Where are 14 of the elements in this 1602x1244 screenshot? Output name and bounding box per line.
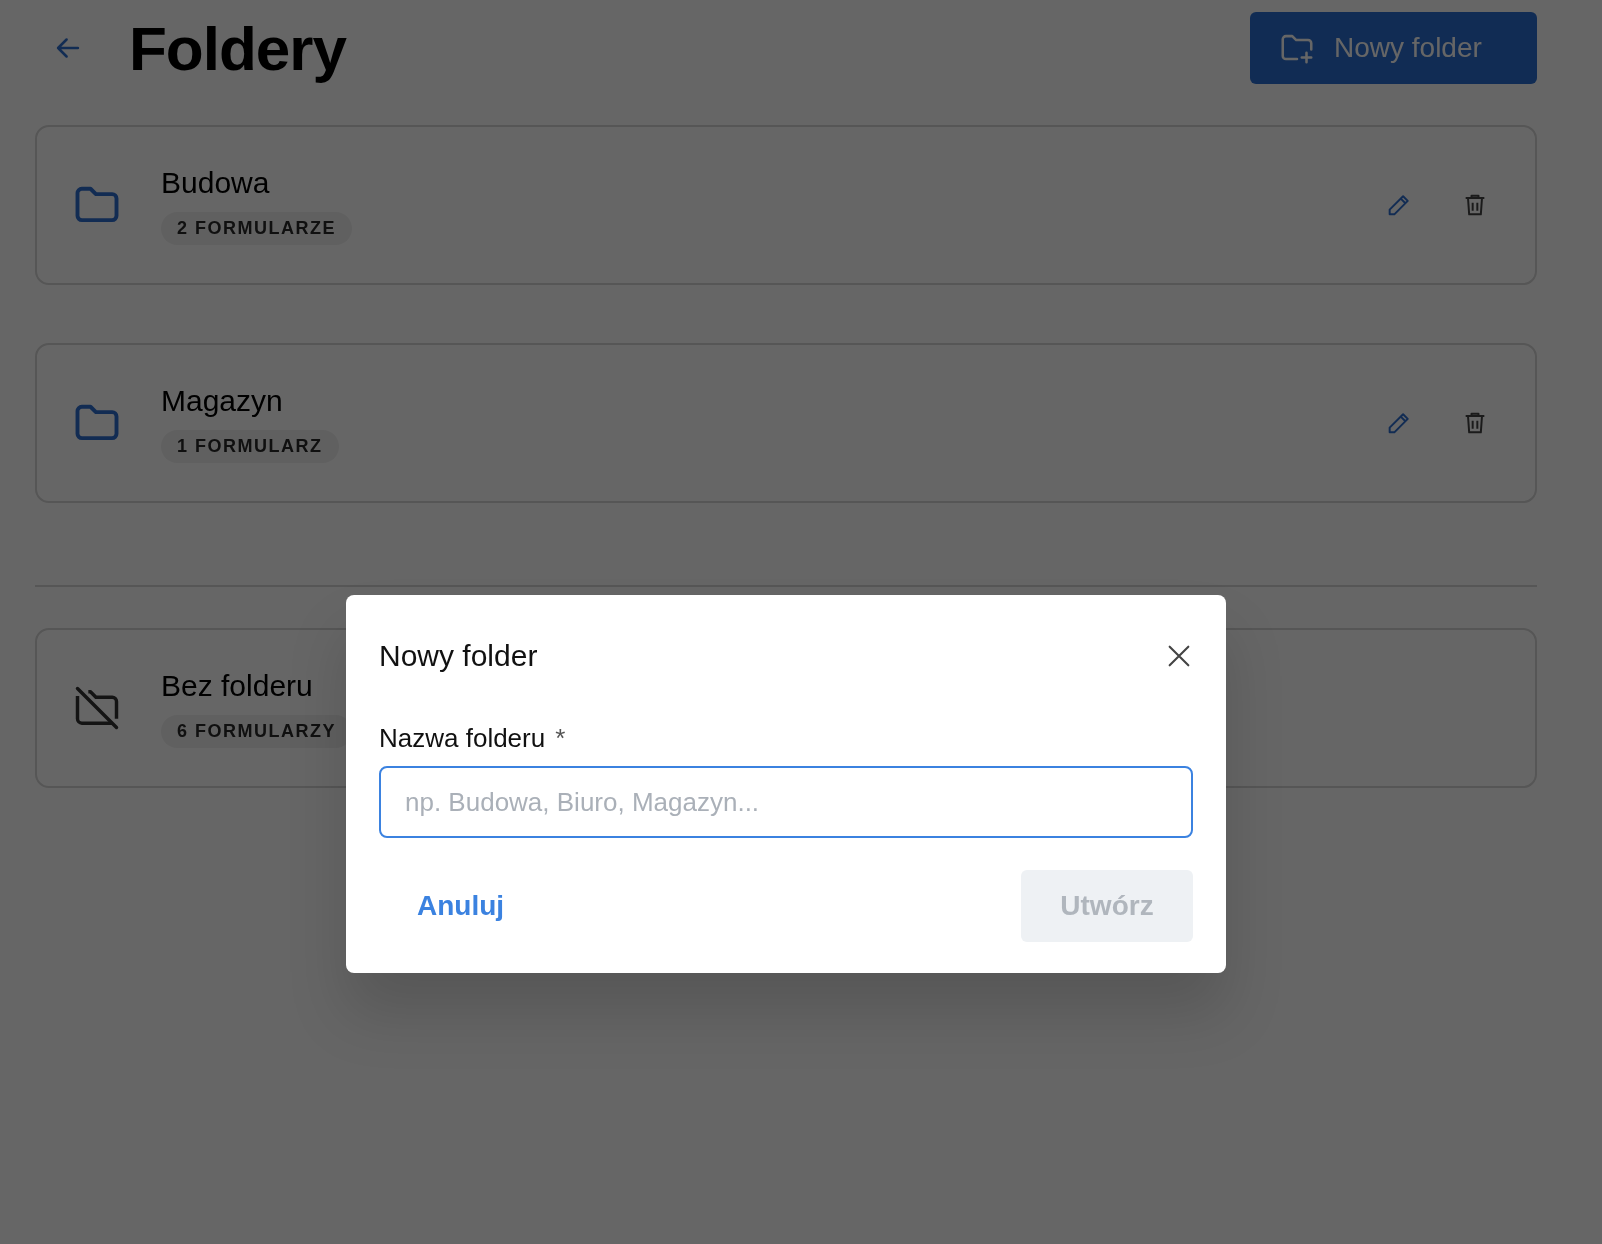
folder-card[interactable]: Budowa 2 FORMULARZE	[35, 125, 1537, 285]
folder-card[interactable]: Magazyn 1 FORMULARZ	[35, 343, 1537, 503]
folder-name: Magazyn	[161, 383, 284, 418]
required-mark: *	[555, 723, 566, 754]
dialog-title: Nowy folder	[379, 639, 538, 673]
cancel-button[interactable]: Anuluj	[379, 880, 543, 932]
page-title: Foldery	[129, 12, 346, 84]
form-count-badge: 1 FORMULARZ	[161, 429, 339, 463]
folder-name: Budowa	[161, 165, 271, 200]
folder-name: Bez folderu	[161, 668, 314, 703]
field-label: Nazwa folderu	[379, 723, 546, 754]
form-count-badge: 2 FORMULARZE	[161, 211, 352, 245]
new-folder-button[interactable]: Nowy folder	[1250, 12, 1537, 84]
folder-name-input[interactable]: np. Budowa, Biuro, Magazyn...	[379, 766, 1193, 838]
